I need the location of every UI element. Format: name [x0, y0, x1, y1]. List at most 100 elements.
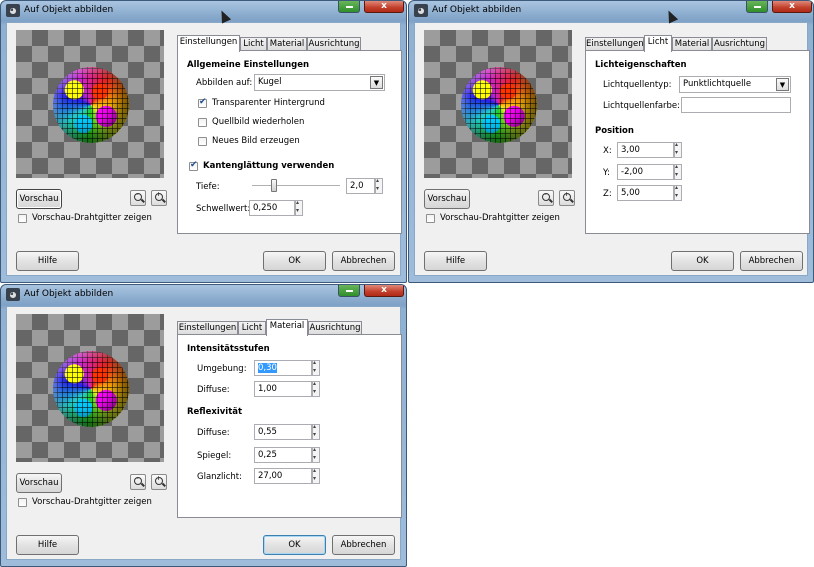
minimize-button[interactable] — [338, 285, 360, 297]
tab-material[interactable]: Material — [267, 37, 307, 51]
light-type-value: Punktlichtquelle — [683, 79, 752, 89]
zoom-out-icon[interactable] — [130, 190, 146, 206]
wireframe-label: Vorschau-Drahtgitter zeigen — [440, 213, 560, 223]
tile-source-checkbox[interactable] — [198, 118, 207, 127]
depth-input[interactable]: 2,0 — [346, 178, 375, 194]
intensity-heading: Intensitätsstufen — [187, 344, 270, 354]
tab-material[interactable]: Material — [672, 37, 712, 51]
preview-button[interactable]: Vorschau — [16, 473, 62, 493]
tab-ausrichtung[interactable]: Ausrichtung — [307, 37, 361, 51]
wireframe-checkbox[interactable] — [426, 214, 435, 223]
y-spinner-icon[interactable] — [674, 163, 682, 180]
y-label: Y: — [603, 168, 610, 178]
tab-einstellungen[interactable]: Einstellungen — [177, 35, 240, 52]
highlight-label: Glanzlicht: — [197, 472, 242, 482]
tile-source-label: Quellbild wiederholen — [212, 117, 305, 127]
antialias-checkbox[interactable] — [189, 160, 198, 171]
light-color-swatch[interactable] — [681, 97, 791, 113]
preview-button[interactable]: Vorschau — [424, 189, 470, 209]
diffuse-input[interactable]: 1,00 — [254, 381, 312, 397]
x-spinner-icon[interactable] — [674, 141, 682, 158]
gimp-app-icon: ◕ — [414, 4, 428, 17]
preview-canvas[interactable] — [16, 30, 164, 178]
tab-ausrichtung[interactable]: Ausrichtung — [712, 37, 767, 51]
slider-thumb[interactable] — [271, 179, 277, 192]
ambient-value: 0,30 — [258, 363, 277, 373]
y-input[interactable]: -2,00 — [617, 164, 674, 180]
preview-canvas[interactable] — [424, 30, 572, 178]
wireframe-checkbox[interactable] — [18, 498, 27, 507]
threshold-input[interactable]: 0,250 — [249, 200, 295, 216]
preview-button[interactable]: Vorschau — [16, 189, 62, 209]
reflectivity-heading: Reflexivität — [187, 407, 243, 417]
dialog-client: Vorschau Vorschau-Drahtgitter zeigen Ein… — [6, 22, 402, 276]
wireframe-checkbox[interactable] — [18, 214, 27, 223]
light-type-dropdown[interactable]: Punktlichtquelle ▼ — [679, 76, 791, 93]
close-button[interactable]: x — [364, 1, 404, 13]
depth-slider[interactable] — [252, 178, 340, 194]
general-heading: Allgemeine Einstellungen — [187, 60, 310, 70]
diffuse-spinner-icon[interactable] — [312, 380, 320, 397]
refl-diffuse-spinner-icon[interactable] — [312, 423, 320, 440]
tab-einstellungen[interactable]: Einstellungen — [177, 321, 238, 335]
cancel-button[interactable]: Abbrechen — [332, 535, 395, 555]
zoom-in-icon[interactable] — [559, 190, 575, 206]
tab-material[interactable]: Material — [266, 319, 308, 336]
close-button[interactable]: x — [772, 1, 812, 13]
ok-button[interactable]: OK — [263, 251, 326, 271]
specular-spinner-icon[interactable] — [312, 446, 320, 463]
ambient-input[interactable]: 0,30 — [254, 360, 312, 376]
tab-licht[interactable]: Licht — [644, 35, 672, 52]
diffuse-label: Diffuse: — [197, 385, 230, 395]
title-bar[interactable]: ◕ Auf Objekt abbilden x — [1, 1, 406, 21]
highlight-input[interactable]: 27,00 — [254, 468, 312, 484]
transparent-bg-label: Transparenter Hintergrund — [212, 98, 325, 108]
refl-diffuse-input[interactable]: 0,55 — [254, 424, 312, 440]
minimize-button[interactable] — [746, 1, 768, 13]
cancel-button[interactable]: Abbrechen — [740, 251, 803, 271]
ok-button[interactable]: OK — [671, 251, 734, 271]
zoom-out-icon[interactable] — [538, 190, 554, 206]
dropdown-arrow-icon[interactable]: ▼ — [370, 76, 383, 89]
new-image-checkbox[interactable] — [198, 137, 207, 146]
z-label: Z: — [603, 189, 612, 199]
cancel-button[interactable]: Abbrechen — [332, 251, 395, 271]
dialog-map-object-settings: ◕ Auf Objekt abbilden x Vorschau Vorscha… — [0, 0, 407, 283]
zoom-out-icon[interactable] — [130, 474, 146, 490]
preview-canvas[interactable] — [16, 314, 164, 462]
z-spinner-icon[interactable] — [674, 184, 682, 201]
help-button[interactable]: Hilfe — [16, 251, 79, 271]
settings-panel: Allgemeine Einstellungen Abbilden auf: K… — [177, 50, 402, 234]
ambient-spinner-icon[interactable] — [312, 359, 320, 376]
x-label: X: — [603, 146, 612, 156]
depth-spinner-icon[interactable] — [375, 177, 383, 194]
specular-label: Spiegel: — [197, 451, 232, 461]
z-input[interactable]: 5,00 — [617, 185, 674, 201]
dialog-client: Vorschau Vorschau-Drahtgitter zeigen Ein… — [414, 22, 810, 276]
title-bar[interactable]: ◕ Auf Objekt abbilden x — [409, 1, 813, 21]
tab-einstellungen[interactable]: Einstellungen — [585, 37, 644, 51]
tab-licht[interactable]: Licht — [238, 321, 266, 335]
depth-label: Tiefe: — [196, 182, 220, 192]
help-button[interactable]: Hilfe — [16, 535, 79, 555]
dropdown-arrow-icon[interactable]: ▼ — [776, 78, 789, 91]
minimize-button[interactable] — [338, 1, 360, 13]
x-input[interactable]: 3,00 — [617, 142, 674, 158]
zoom-in-icon[interactable] — [151, 474, 167, 490]
help-button[interactable]: Hilfe — [424, 251, 487, 271]
zoom-in-icon[interactable] — [151, 190, 167, 206]
position-heading: Position — [595, 126, 634, 136]
transparent-bg-checkbox[interactable] — [198, 97, 207, 108]
highlight-spinner-icon[interactable] — [312, 467, 320, 484]
light-panel: Lichteigenschaften Lichtquellentyp: Punk… — [585, 50, 810, 234]
map-to-dropdown[interactable]: Kugel ▼ — [254, 74, 385, 91]
title-bar[interactable]: ◕ Auf Objekt abbilden x — [1, 285, 406, 305]
close-button[interactable]: x — [364, 285, 404, 297]
specular-input[interactable]: 0,25 — [254, 447, 312, 463]
threshold-spinner-icon[interactable] — [295, 199, 303, 216]
tab-ausrichtung[interactable]: Ausrichtung — [308, 321, 362, 335]
tab-licht[interactable]: Licht — [240, 37, 267, 51]
wireframe-label: Vorschau-Drahtgitter zeigen — [32, 497, 152, 507]
ok-button[interactable]: OK — [263, 535, 326, 555]
antialias-label: Kantenglättung verwenden — [203, 161, 335, 171]
